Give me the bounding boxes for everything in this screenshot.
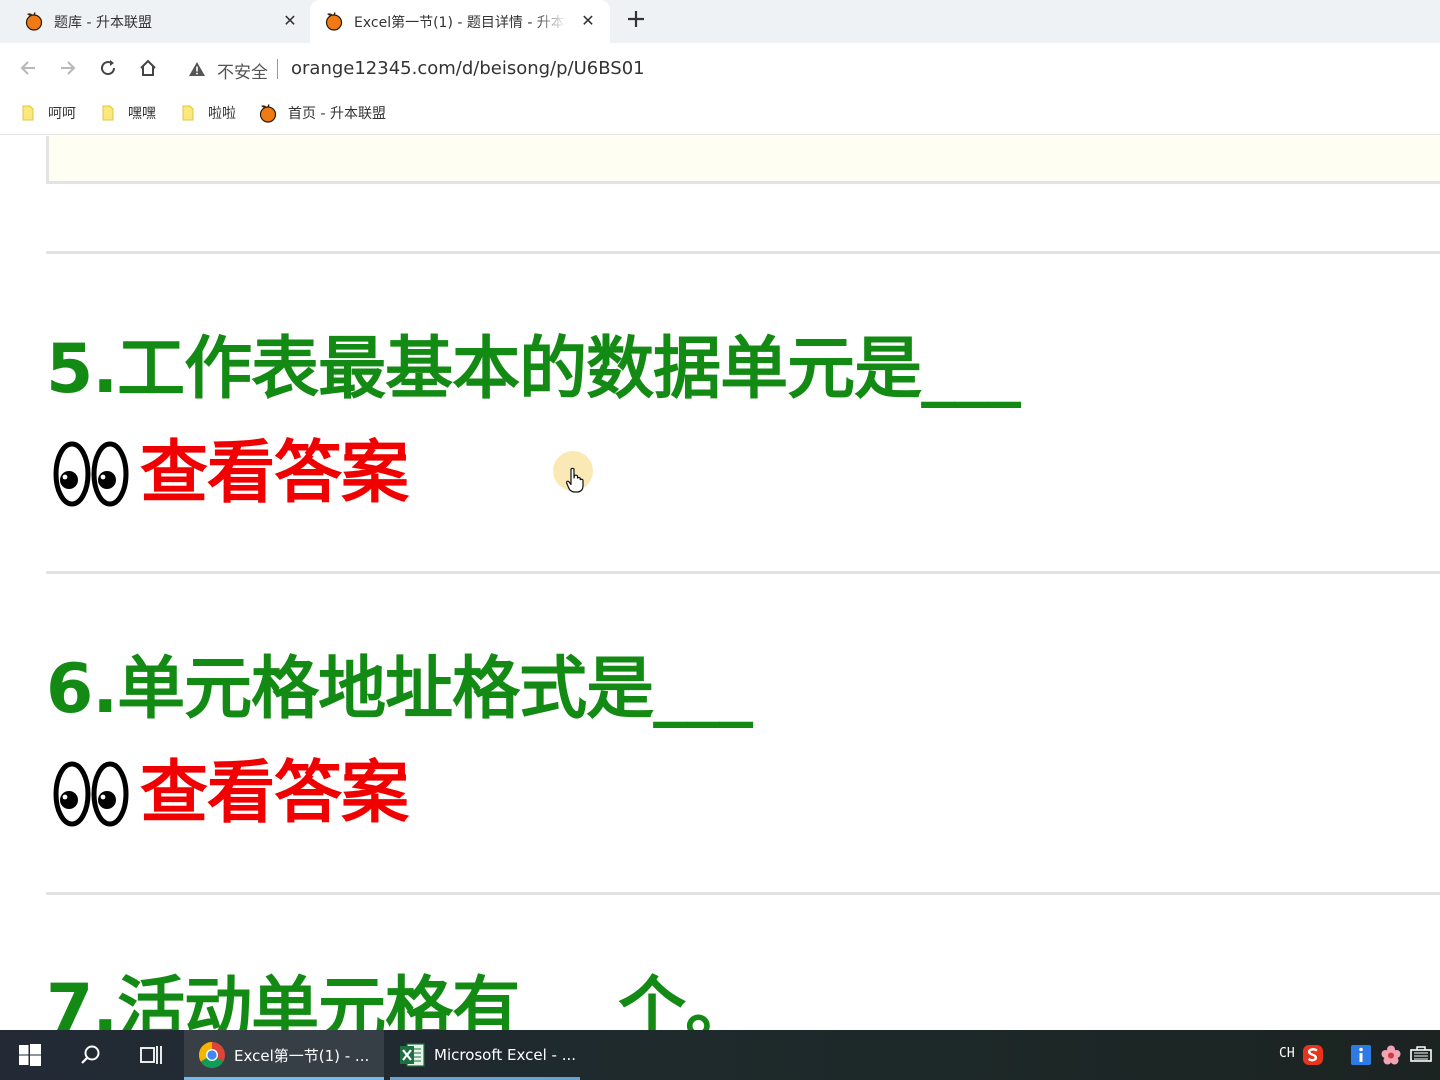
reload-icon <box>101 60 116 76</box>
tab-strip: 题库 - 升本联盟 ✕ Excel第一节(1) - 题目详情 - 升本联盟 ✕ <box>0 0 1440 43</box>
bookmark-home[interactable]: 首页 - 升本联盟 <box>258 103 386 123</box>
flower-icon <box>1381 1045 1401 1065</box>
tab-question-bank[interactable]: 题库 - 升本联盟 ✕ <box>0 0 310 43</box>
arrow-left-icon <box>20 61 35 75</box>
browser-toolbar: 不安全 orange12345.com/d/beisong/p/U6BS01 <box>0 43 1440 91</box>
tab-title: 题库 - 升本联盟 <box>54 15 152 31</box>
folder-icon <box>182 105 194 121</box>
divider <box>46 251 1440 254</box>
hand-cursor-icon <box>565 467 584 493</box>
page-content: 5.工作表最基本的数据单元是___ 查看答案 6.单元格地址格式是___ 查看答… <box>0 136 1440 1030</box>
taskbar-app-label: Excel第一节(1) - ... <box>234 1046 370 1065</box>
input-language-indicator[interactable]: CH <box>1279 1046 1295 1061</box>
eyes-icon <box>53 441 129 507</box>
tab-title: Excel第一节(1) - 题目详情 - 升本联盟 <box>354 15 566 31</box>
sogou-ime-icon <box>1303 1045 1323 1065</box>
bookmark-hehe[interactable]: 呵呵 <box>20 103 76 123</box>
bookmark-heihei[interactable]: 嘿嘿 <box>100 103 156 123</box>
forward-button[interactable] <box>56 56 80 80</box>
reveal-answer-button[interactable]: 查看答案 <box>52 754 409 834</box>
url-text[interactable]: orange12345.com/d/beisong/p/U6BS01 <box>291 58 645 79</box>
home-button[interactable] <box>136 56 160 80</box>
plus-icon <box>628 11 644 27</box>
bookmark-label: 呵呵 <box>48 106 76 122</box>
back-button[interactable] <box>16 56 40 80</box>
task-view-button[interactable] <box>136 1040 166 1070</box>
bookmark-label: 啦啦 <box>208 106 236 122</box>
reload-button[interactable] <box>96 56 120 80</box>
excel-icon <box>400 1043 425 1067</box>
security-status-label[interactable]: 不安全 <box>217 58 268 83</box>
task-view-icon <box>140 1046 162 1064</box>
network-adapter-icon <box>1410 1046 1432 1062</box>
chrome-icon <box>198 1041 225 1069</box>
bookmark-lala[interactable]: 啦啦 <box>180 103 236 123</box>
sogou-ime-button[interactable] <box>1300 1040 1326 1070</box>
windows-taskbar: Excel第一节(1) - ... Microsoft Excel - ... … <box>0 1030 1440 1080</box>
orange-favicon <box>325 12 343 31</box>
network-tray-button[interactable] <box>1407 1040 1435 1070</box>
info-tray-button[interactable] <box>1348 1040 1374 1070</box>
search-button[interactable] <box>76 1040 106 1070</box>
bookmark-label: 嘿嘿 <box>128 106 156 122</box>
new-tab-button[interactable] <box>624 9 648 33</box>
orange-favicon <box>259 104 277 123</box>
arrow-right-icon <box>61 61 76 75</box>
warning-icon <box>189 62 205 76</box>
reveal-answer-label: 查看答案 <box>140 434 409 513</box>
close-icon[interactable]: ✕ <box>280 11 300 31</box>
question-7: 7.活动单元格有___个。 <box>46 970 753 1030</box>
question-5: 5.工作表最基本的数据单元是___ <box>46 330 1021 409</box>
question-6: 6.单元格地址格式是___ <box>46 650 753 729</box>
home-icon <box>140 59 156 76</box>
orange-favicon <box>25 12 43 31</box>
reveal-answer-button[interactable]: 查看答案 <box>52 434 409 514</box>
search-icon <box>81 1045 100 1064</box>
info-icon <box>1351 1045 1371 1065</box>
taskbar-app-label: Microsoft Excel - ... <box>434 1046 577 1064</box>
divider <box>46 571 1440 574</box>
address-separator <box>277 59 278 79</box>
flower-tray-button[interactable] <box>1378 1040 1404 1070</box>
folder-icon <box>102 105 114 121</box>
divider <box>46 892 1440 895</box>
taskbar-app-excel[interactable]: Microsoft Excel - ... <box>390 1030 580 1080</box>
bookmark-label: 首页 - 升本联盟 <box>288 106 386 122</box>
answer-box <box>46 136 1440 184</box>
start-button[interactable] <box>15 1040 45 1070</box>
tab-question-detail[interactable]: Excel第一节(1) - 题目详情 - 升本联盟 ✕ <box>310 0 610 43</box>
close-icon[interactable]: ✕ <box>578 11 598 31</box>
eyes-icon <box>53 761 129 827</box>
address-bar[interactable]: 不安全 orange12345.com/d/beisong/p/U6BS01 <box>176 49 1416 87</box>
taskbar-app-chrome[interactable]: Excel第一节(1) - ... <box>184 1030 384 1080</box>
bookmarks-bar: 呵呵 嘿嘿 啦啦 首页 - 升本联盟 <box>0 91 1440 135</box>
windows-logo-icon <box>19 1044 41 1066</box>
folder-icon <box>22 105 34 121</box>
reveal-answer-label: 查看答案 <box>140 754 409 833</box>
